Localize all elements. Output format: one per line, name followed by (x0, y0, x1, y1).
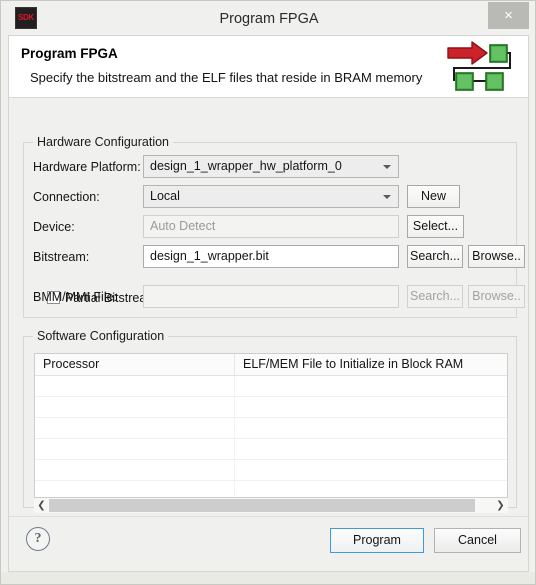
hardware-configuration-group: Hardware Configuration Hardware Platform… (23, 135, 525, 318)
page-title: Program FPGA (21, 46, 118, 61)
table-header-row: Processor ELF/MEM File to Initialize in … (35, 354, 507, 376)
chevron-down-icon (383, 194, 391, 199)
table-empty-row (35, 397, 507, 418)
hardware-platform-value: design_1_wrapper_hw_platform_0 (150, 159, 342, 173)
connection-label: Connection: (33, 190, 100, 204)
program-fpga-dialog: SDK Program FPGA × Program FPGA Specify … (0, 0, 536, 585)
cell-elf-file (235, 481, 507, 497)
software-configuration-group-label: Software Configuration (33, 329, 169, 343)
scroll-left-arrow-icon[interactable]: ❮ (34, 498, 49, 513)
table-empty-row (35, 439, 507, 460)
help-icon[interactable]: ? (26, 527, 50, 551)
hardware-platform-label: Hardware Platform: (33, 160, 141, 174)
title-bar: SDK Program FPGA × (1, 1, 535, 38)
bitstream-browse-button[interactable]: Browse.. (468, 245, 525, 268)
table-body (35, 376, 507, 497)
cell-elf-file (235, 460, 507, 480)
cell-processor (35, 460, 235, 480)
device-select-button[interactable]: Select... (407, 215, 464, 238)
cell-processor (35, 439, 235, 459)
chevron-down-icon (383, 164, 391, 169)
cell-elf-file (235, 376, 507, 396)
device-label: Device: (33, 220, 75, 234)
bmm-mmi-input (143, 285, 399, 308)
program-button[interactable]: Program (330, 528, 424, 553)
table-empty-row (35, 481, 507, 497)
table-empty-row (35, 418, 507, 439)
cell-processor (35, 376, 235, 396)
bmm-mmi-search-button: Search... (407, 285, 463, 308)
cell-elf-file (235, 397, 507, 417)
window-title: Program FPGA (219, 11, 319, 27)
cancel-button[interactable]: Cancel (434, 528, 521, 553)
close-button[interactable]: × (488, 2, 529, 29)
bmm-mmi-label: BMM/MMI File: (33, 290, 118, 304)
close-icon: × (504, 7, 513, 24)
table-empty-row (35, 376, 507, 397)
bitstream-search-button[interactable]: Search... (407, 245, 463, 268)
dialog-content: Program FPGA Specify the bitstream and t… (8, 35, 529, 516)
cell-processor (35, 481, 235, 497)
table-empty-row (35, 460, 507, 481)
processor-elf-table[interactable]: Processor ELF/MEM File to Initialize in … (34, 353, 508, 498)
page-description: Specify the bitstream and the ELF files … (30, 70, 423, 85)
fpga-flow-icon (446, 41, 516, 93)
bitstream-label: Bitstream: (33, 250, 90, 264)
table-horizontal-scrollbar[interactable]: ❮ ❯ (34, 498, 508, 513)
dialog-footer: ? Program Cancel (8, 516, 529, 572)
new-connection-button[interactable]: New (407, 185, 460, 208)
scrollbar-thumb[interactable] (49, 499, 476, 512)
cell-processor (35, 418, 235, 438)
device-placeholder: Auto Detect (150, 219, 216, 233)
scroll-right-arrow-icon[interactable]: ❯ (493, 498, 508, 513)
cell-processor (35, 397, 235, 417)
cell-elf-file (235, 439, 507, 459)
column-header-processor[interactable]: Processor (35, 354, 235, 375)
hardware-configuration-group-label: Hardware Configuration (33, 135, 174, 149)
connection-combo[interactable]: Local (143, 185, 399, 208)
window-bottom-edge (1, 572, 535, 584)
bitstream-input[interactable]: design_1_wrapper.bit (143, 245, 399, 268)
footer-divider (9, 516, 528, 517)
connection-value: Local (150, 189, 180, 203)
cell-elf-file (235, 418, 507, 438)
dialog-header: Program FPGA Specify the bitstream and t… (9, 36, 528, 98)
hardware-platform-combo[interactable]: design_1_wrapper_hw_platform_0 (143, 155, 399, 178)
column-header-elf-file[interactable]: ELF/MEM File to Initialize in Block RAM (235, 354, 507, 375)
software-configuration-group: Software Configuration Processor ELF/MEM… (23, 329, 517, 513)
settings-panel: Hardware Configuration Hardware Platform… (9, 98, 528, 516)
scrollbar-track[interactable] (49, 499, 493, 512)
device-input: Auto Detect (143, 215, 399, 238)
bmm-mmi-browse-button: Browse.. (468, 285, 525, 308)
bitstream-value: design_1_wrapper.bit (150, 249, 269, 263)
